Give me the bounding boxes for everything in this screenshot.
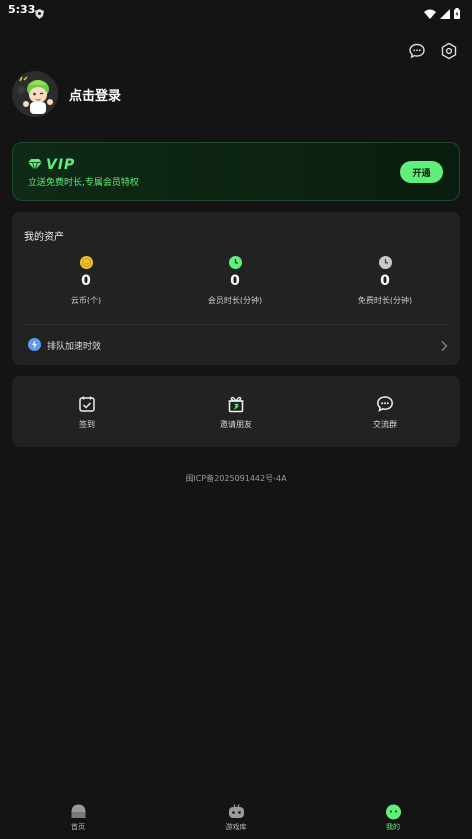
gamepad-icon	[228, 803, 245, 820]
free-clock-icon	[378, 254, 392, 269]
asset-free-time[interactable]: 0 免费时长(分钟)	[325, 254, 445, 306]
member-time-value: 0	[230, 273, 240, 289]
vip-card[interactable]: VIP 立送免费时长,专属会员特权 开通	[12, 142, 460, 201]
tab-home-label: 首页	[71, 823, 85, 831]
checkin-icon	[78, 395, 96, 413]
tab-game-library[interactable]: 游戏库	[206, 803, 266, 832]
settings-icon[interactable]	[440, 42, 458, 60]
checkin-button[interactable]: 签到	[47, 395, 127, 430]
chevron-right-icon[interactable]	[440, 337, 448, 356]
queue-boost-row[interactable]: 排队加速时效	[28, 336, 101, 355]
assets-title: 我的资产	[24, 232, 64, 243]
battery-icon	[454, 4, 460, 23]
member-time-label: 会员时长(分钟)	[207, 296, 263, 305]
asset-coins[interactable]: 0 云币(个)	[26, 254, 146, 306]
tools-card: 签到 邀请朋友 交流群	[12, 376, 460, 447]
chat-icon	[376, 395, 394, 413]
coin-icon	[79, 254, 93, 269]
coins-label: 云币(个)	[70, 296, 102, 305]
gift-icon	[227, 395, 245, 413]
asset-member-time[interactable]: 0 会员时长(分钟)	[175, 254, 295, 306]
checkin-label: 签到	[79, 420, 95, 429]
vip-subtitle: 立送免费时长,专属会员特权	[28, 178, 139, 188]
home-icon	[70, 803, 87, 820]
profile-icon	[385, 803, 402, 820]
tab-game-library-label: 游戏库	[225, 823, 247, 831]
free-time-value: 0	[380, 273, 390, 289]
avatar[interactable]	[12, 71, 58, 117]
tab-mine-label: 我的	[386, 823, 400, 831]
profile-header[interactable]: 点击登录	[12, 71, 121, 117]
tab-mine[interactable]: 我的	[363, 803, 423, 832]
message-icon[interactable]	[408, 42, 426, 60]
bottom-tab-bar: 首页 游戏库 我的	[0, 799, 472, 839]
icp-record[interactable]: 闽ICP备2025091442号-4A	[0, 473, 472, 484]
status-time: 5:33	[8, 3, 36, 16]
divider	[24, 324, 448, 325]
invite-friends-label: 邀请朋友	[220, 420, 252, 429]
vip-open-button[interactable]: 开通	[400, 161, 443, 183]
tab-home[interactable]: 首页	[48, 803, 108, 832]
lightning-icon	[28, 336, 41, 355]
free-time-label: 免费时长(分钟)	[357, 296, 413, 305]
wifi-icon	[424, 4, 436, 23]
invite-friends-button[interactable]: 邀请朋友	[196, 395, 276, 430]
shield-icon	[35, 4, 44, 23]
signal-icon	[440, 4, 450, 23]
diamond-icon	[28, 155, 42, 174]
status-bar: 5:33	[0, 0, 472, 22]
chat-group-label: 交流群	[373, 420, 397, 429]
vip-title: VIP	[46, 156, 76, 173]
login-label[interactable]: 点击登录	[69, 85, 121, 104]
assets-card: 我的资产 0 云币(个) 0 会员时长(分钟) 0 免费时长(分钟) 排队加速时…	[12, 212, 460, 365]
coins-value: 0	[81, 273, 91, 289]
chat-group-button[interactable]: 交流群	[345, 395, 425, 430]
queue-boost-label: 排队加速时效	[47, 342, 102, 352]
member-clock-icon	[228, 254, 242, 269]
